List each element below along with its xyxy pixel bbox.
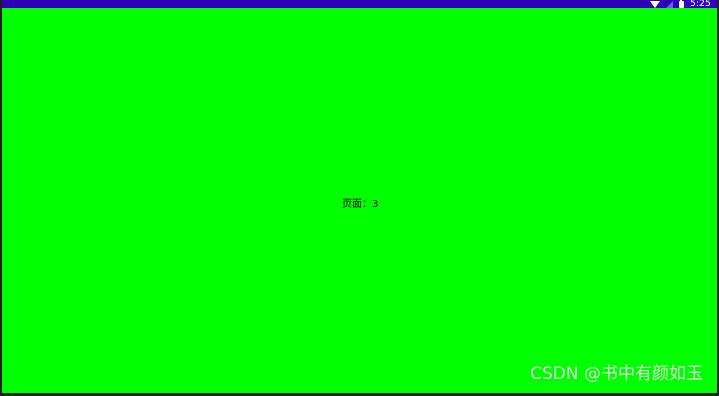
status-bar: 5:25 <box>2 0 717 9</box>
status-time: 5:25 <box>689 0 711 9</box>
battery-icon <box>678 0 684 8</box>
status-icons: 5:25 <box>649 0 711 9</box>
watermark: CSDN @书中有颜如玉 <box>530 364 703 384</box>
wifi-icon <box>649 1 660 8</box>
page-label: 页面：3 <box>342 199 379 210</box>
app-frame: 5:25 页面：3 CSDN @书中有颜如玉 <box>0 0 719 396</box>
signal-icon <box>665 1 673 8</box>
